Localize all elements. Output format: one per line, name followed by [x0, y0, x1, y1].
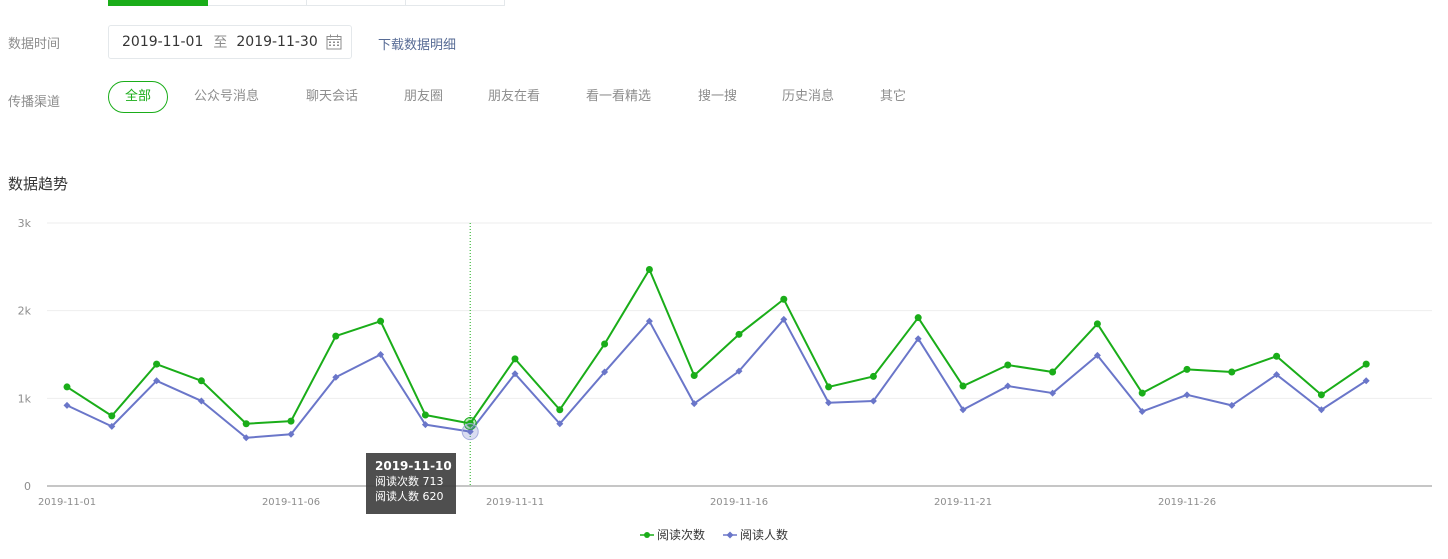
- point-reads: [197, 377, 205, 385]
- top-tab-strip: [108, 0, 505, 6]
- point-reads: [1093, 320, 1101, 328]
- channel-all[interactable]: 全部: [108, 81, 168, 113]
- point-reads: [645, 265, 653, 273]
- point-reads: [377, 317, 385, 325]
- point-reads: [914, 314, 922, 322]
- point-reads: [1138, 389, 1146, 397]
- date-start: 2019-11-01: [122, 34, 204, 50]
- point-reads: [556, 406, 564, 414]
- channel-chat[interactable]: 聊天会话: [306, 81, 358, 113]
- point-reads: [1049, 368, 1057, 376]
- point-reads: [1273, 352, 1281, 360]
- point-reads: [1317, 391, 1325, 399]
- channel-filter-label: 传播渠道: [8, 95, 61, 110]
- point-reads: [332, 332, 340, 340]
- point-reads: [1228, 368, 1236, 376]
- point-reads: [601, 340, 609, 348]
- legend-label-reads: 阅读次数: [657, 528, 706, 542]
- highlight-point-readers: [461, 423, 479, 441]
- y-tick-label: 3k: [18, 217, 32, 230]
- date-filter-label: 数据时间: [8, 37, 61, 52]
- x-tick-label: 2019-11-06: [262, 497, 320, 508]
- section-title: 数据趋势: [8, 175, 69, 193]
- point-readers: [1004, 382, 1012, 390]
- point-reads: [1183, 365, 1191, 373]
- channel-official-msg[interactable]: 公众号消息: [194, 81, 259, 113]
- date-separator: 至: [213, 35, 228, 51]
- point-reads: [735, 330, 743, 338]
- channel-top-stories[interactable]: 看一看精选: [586, 81, 651, 113]
- chart-legend: 阅读次数 阅读人数: [640, 526, 806, 543]
- date-end: 2019-11-30: [236, 34, 318, 50]
- point-reads: [1004, 361, 1012, 369]
- download-data-link[interactable]: 下载数据明细: [378, 34, 456, 53]
- channel-search[interactable]: 搜一搜: [698, 81, 737, 113]
- point-reads: [690, 372, 698, 380]
- point-reads: [780, 295, 788, 303]
- point-readers: [1183, 391, 1191, 399]
- x-tick-label: 2019-11-01: [38, 497, 96, 508]
- point-reads: [287, 417, 295, 425]
- date-range-picker[interactable]: 2019-11-01 至 2019-11-30: [108, 25, 352, 59]
- point-reads: [63, 383, 71, 391]
- legend-item-readers[interactable]: 阅读人数: [723, 526, 788, 543]
- top-tab-4[interactable]: [406, 0, 505, 6]
- legend-item-reads[interactable]: 阅读次数: [640, 526, 705, 543]
- channel-moments[interactable]: 朋友圈: [404, 81, 443, 113]
- point-reads: [869, 372, 877, 380]
- legend-diamond-icon: [723, 531, 738, 538]
- point-reads: [153, 360, 161, 368]
- point-reads: [421, 411, 429, 419]
- channel-other[interactable]: 其它: [880, 81, 906, 113]
- legend-dot-icon: [640, 531, 654, 538]
- point-reads: [959, 382, 967, 390]
- top-tab-3[interactable]: [307, 0, 406, 6]
- y-tick-label: 0: [24, 480, 31, 493]
- y-tick-label: 2k: [18, 305, 32, 318]
- point-readers: [63, 401, 71, 409]
- point-reads: [825, 383, 833, 391]
- calendar-icon[interactable]: [326, 34, 342, 50]
- point-reads: [242, 420, 250, 428]
- point-reads: [1362, 360, 1370, 368]
- x-tick-label: 2019-11-16: [710, 497, 768, 508]
- y-tick-label: 1k: [18, 392, 32, 405]
- channel-history[interactable]: 历史消息: [782, 81, 834, 113]
- top-tab-1[interactable]: [108, 0, 208, 6]
- legend-label-readers: 阅读人数: [740, 528, 789, 542]
- trend-chart[interactable]: 0 1k 2k 3k 2019-11-01 2019-11-06 2019-11-11 201…: [0, 205, 1448, 515]
- channel-friends-watching[interactable]: 朋友在看: [488, 81, 540, 113]
- x-tick-label: 2019-11-11: [486, 497, 544, 508]
- top-tab-2[interactable]: [208, 0, 307, 6]
- x-tick-label: 2019-11-26: [1158, 497, 1216, 508]
- point-reads: [511, 355, 519, 363]
- x-tick-label: 2019-11-21: [934, 497, 992, 508]
- point-reads: [108, 412, 116, 420]
